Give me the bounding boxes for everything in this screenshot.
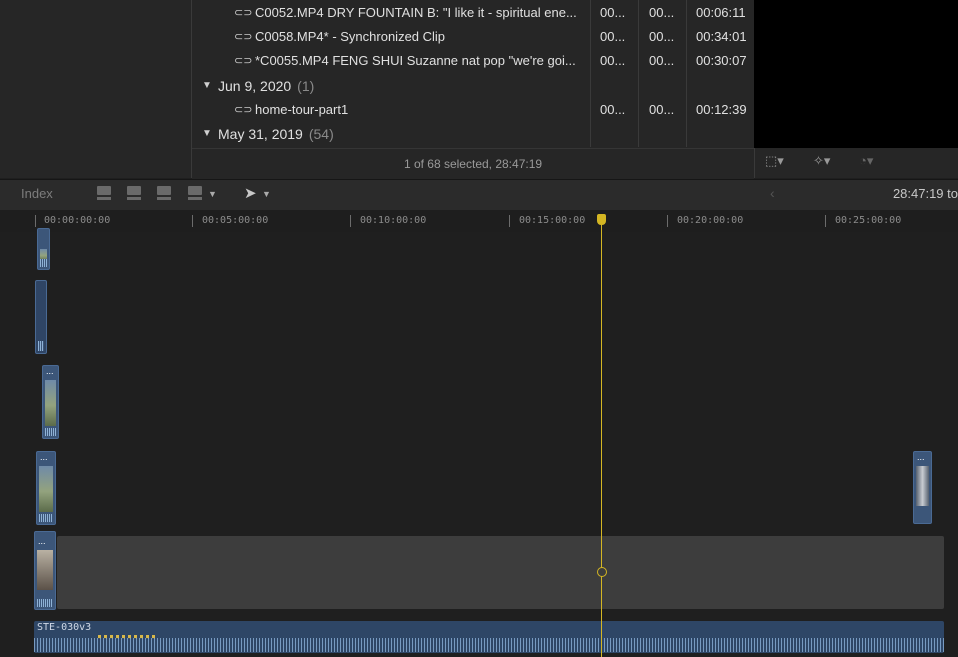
- list-item[interactable]: ⊂⊃ C0058.MP4* - Synchronized Clip 00... …: [192, 25, 754, 49]
- crop-icon[interactable]: ⬚▾: [765, 153, 784, 169]
- audio-clip[interactable]: STE-030v3: [34, 621, 944, 653]
- playhead-handle[interactable]: [597, 214, 606, 225]
- connected-clip[interactable]: ...: [36, 451, 56, 525]
- chevron-left-icon[interactable]: ‹: [770, 185, 775, 201]
- chevron-down-icon[interactable]: ▼: [262, 189, 271, 199]
- group-header[interactable]: ▼ Jun 9, 2020 (1): [192, 74, 754, 98]
- viewer-toolbar: ⬚▾ ✧▾ ◔▾: [754, 148, 958, 178]
- list-item[interactable]: ⊂⊃ *C0055.MP4 FENG SHUI Suzanne nat pop …: [192, 49, 754, 73]
- connected-clip[interactable]: [37, 228, 50, 270]
- primary-clip[interactable]: ...: [34, 531, 56, 610]
- gap-clip[interactable]: [57, 536, 944, 609]
- group-header[interactable]: ▼ May 31, 2019 (54): [192, 122, 754, 146]
- disclosure-triangle-icon[interactable]: ▼: [202, 74, 212, 98]
- ruler-label: 00:00:00:00: [44, 215, 111, 226]
- connected-clip[interactable]: [35, 280, 47, 354]
- connected-clip[interactable]: ...: [42, 365, 59, 439]
- connect-clip-icon[interactable]: [97, 184, 113, 202]
- viewer[interactable]: [754, 0, 958, 148]
- index-button[interactable]: Index: [21, 186, 53, 201]
- list-item[interactable]: ⊂⊃ C0052.MP4 DRY FOUNTAIN B: "I like it …: [192, 1, 754, 25]
- ruler-tick: [192, 215, 193, 227]
- link-icon: ⊂⊃: [234, 7, 253, 19]
- ruler-tick: [825, 215, 826, 227]
- chevron-down-icon[interactable]: ▼: [208, 189, 217, 199]
- link-icon: ⊂⊃: [234, 104, 253, 116]
- connected-clip[interactable]: ...: [913, 451, 932, 524]
- timeline-timecode: 28:47:19 to: [892, 186, 958, 201]
- speed-icon[interactable]: ◔▾: [859, 153, 873, 169]
- ruler-label: 00:10:00:00: [360, 215, 427, 226]
- list-item[interactable]: ⊂⊃ home-tour-part1 00... 00... 00:12:39: [192, 98, 754, 122]
- link-icon: ⊂⊃: [234, 31, 253, 43]
- disclosure-triangle-icon[interactable]: ▼: [202, 122, 212, 146]
- playhead[interactable]: [601, 218, 602, 657]
- ruler-label: 00:25:00:00: [835, 215, 902, 226]
- link-icon: ⊂⊃: [234, 55, 253, 67]
- ruler-label: 00:05:00:00: [202, 215, 269, 226]
- audio-clip-label: STE-030v3: [37, 622, 92, 633]
- magic-wand-icon[interactable]: ✧▾: [813, 153, 830, 169]
- selection-status: 1 of 68 selected, 28:47:19: [192, 148, 754, 179]
- timeline-toolbar: Index ▼ ➤ ▼ ‹ 28:47:19 to: [0, 179, 958, 211]
- ruler-label: 00:20:00:00: [677, 215, 744, 226]
- overwrite-clip-icon[interactable]: [188, 184, 204, 202]
- ruler-tick: [35, 215, 36, 227]
- library-sidebar: [0, 0, 191, 178]
- ruler-tick: [509, 215, 510, 227]
- append-clip-icon[interactable]: [157, 184, 173, 202]
- select-tool-icon[interactable]: ➤: [244, 184, 257, 202]
- browser-list: ⊂⊃ C0052.MP4 DRY FOUNTAIN B: "I like it …: [191, 0, 754, 179]
- ruler-label: 00:15:00:00: [519, 215, 586, 226]
- audio-waveform: [34, 638, 944, 652]
- playhead-knob[interactable]: [597, 567, 607, 577]
- timeline-ruler[interactable]: 00:00:00:00 00:05:00:00 00:10:00:00 00:1…: [0, 210, 958, 232]
- insert-clip-icon[interactable]: [127, 184, 143, 202]
- ruler-tick: [667, 215, 668, 227]
- ruler-tick: [350, 215, 351, 227]
